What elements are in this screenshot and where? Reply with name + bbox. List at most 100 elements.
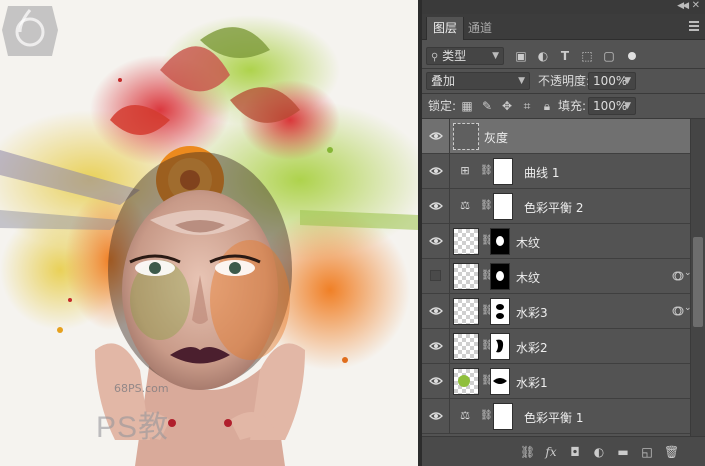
fx-icon[interactable]: fx — [544, 445, 558, 459]
adjustment-icon[interactable]: ◐ — [592, 445, 606, 459]
layer-mask-thumbnail[interactable] — [490, 263, 510, 290]
layer-effects-icon[interactable] — [672, 270, 684, 282]
opacity-field[interactable]: 100% ▼ — [588, 72, 636, 90]
trash-icon[interactable]: 🗑︎ — [664, 445, 679, 459]
smart-filter-thumbnail[interactable] — [453, 123, 479, 150]
scrollbar-thumb[interactable] — [693, 237, 703, 327]
smart-object-filter-icon[interactable]: ▢ — [602, 49, 616, 63]
eye-icon[interactable] — [429, 164, 443, 178]
layer-row[interactable]: ⛓ 水彩2 — [422, 329, 690, 364]
chevron-down-icon[interactable]: ⌄ — [684, 303, 692, 313]
link-icon[interactable]: ⛓ — [481, 235, 494, 248]
link-icon[interactable]: ⛓ — [480, 200, 493, 213]
layer-name[interactable]: 色彩平衡 1 — [524, 409, 583, 426]
layer-row[interactable]: ⛓ 水彩3 — [422, 294, 690, 329]
document-canvas[interactable]: 68PS.com PS教 — [0, 0, 418, 466]
eye-icon[interactable] — [429, 129, 443, 143]
curves-adjustment-icon[interactable]: ⊞ — [456, 164, 474, 178]
layer-mask-thumbnail[interactable] — [493, 193, 513, 220]
layer-row[interactable]: ⚖ ⛓ 色彩平衡 2 — [422, 189, 690, 224]
layer-mask-thumbnail[interactable] — [493, 158, 513, 185]
layer-row[interactable]: ⛓ 木纹 — [422, 259, 690, 294]
link-icon[interactable]: ⛓ — [481, 270, 494, 283]
layer-mask-thumbnail[interactable] — [490, 368, 510, 395]
layer-thumbnail[interactable] — [453, 368, 479, 395]
link-icon[interactable]: ⛓ — [480, 165, 493, 178]
layers-panel: ◀◀ ✕ 图层 通道 ⚲ 类型 ▼ ▣ ◐ T ⬚ ▢ 叠加 ▼ 不透明度: 1… — [422, 0, 705, 466]
lock-all-icon[interactable]: 🔒︎ — [540, 99, 554, 113]
close-icon[interactable]: ✕ — [692, 0, 700, 11]
layer-row[interactable]: 灰度 — [422, 119, 690, 154]
chevron-down-icon[interactable]: ⌄ — [684, 268, 692, 278]
adjustment-filter-icon[interactable]: ◐ — [536, 49, 550, 63]
layer-name[interactable]: 灰度 — [484, 129, 508, 146]
chevron-down-icon: ▼ — [518, 76, 525, 86]
eye-icon[interactable] — [429, 374, 443, 388]
eye-icon[interactable] — [429, 339, 443, 353]
divider — [449, 154, 450, 189]
layer-name[interactable]: 木纹 — [516, 234, 540, 251]
layer-mask-thumbnail[interactable] — [490, 298, 510, 325]
type-filter-icon[interactable]: T — [558, 49, 572, 63]
eye-icon[interactable] — [429, 409, 443, 423]
layer-row[interactable]: ⊞ ⛓ 曲线 1 — [422, 154, 690, 189]
layer-name[interactable]: 木纹 — [516, 269, 540, 286]
layer-row[interactable]: ⚖ ⛓ 色彩平衡 1 — [422, 399, 690, 434]
lock-position-icon[interactable]: ✥ — [500, 99, 514, 113]
add-mask-icon[interactable]: ◘ — [568, 445, 582, 459]
eye-icon[interactable] — [429, 199, 443, 213]
color-balance-icon[interactable]: ⚖ — [456, 409, 474, 423]
eye-icon[interactable] — [429, 234, 443, 248]
layer-name[interactable]: 水彩1 — [516, 374, 548, 391]
filter-row: ⚲ 类型 ▼ ▣ ◐ T ⬚ ▢ — [422, 44, 705, 68]
watermark-logo — [2, 6, 58, 56]
tab-layers[interactable]: 图层 — [426, 17, 465, 40]
layer-name[interactable]: 色彩平衡 2 — [524, 199, 583, 216]
lock-artboard-icon[interactable]: ⌗ — [520, 99, 534, 113]
layer-name[interactable]: 曲线 1 — [524, 164, 559, 181]
link-layers-icon[interactable]: ⛓ — [520, 445, 535, 459]
filter-kind-label: 类型 — [442, 49, 467, 63]
filter-toggle[interactable] — [628, 52, 636, 60]
layer-row[interactable]: ⛓ 木纹 — [422, 224, 690, 259]
image-filter-icon[interactable]: ▣ — [514, 49, 528, 63]
layer-row[interactable]: ⛓ 水彩1 — [422, 364, 690, 399]
layer-thumbnail[interactable] — [453, 263, 479, 290]
divider — [449, 364, 450, 399]
fill-label: 填充: — [558, 99, 587, 113]
layer-thumbnail[interactable] — [453, 228, 479, 255]
link-icon[interactable]: ⛓ — [481, 305, 494, 318]
panel-menu-icon[interactable] — [689, 21, 699, 31]
layer-effects-icon[interactable] — [672, 305, 684, 317]
blend-mode-dropdown[interactable]: 叠加 ▼ — [426, 72, 530, 90]
link-icon[interactable]: ⛓ — [481, 375, 494, 388]
layer-name[interactable]: 水彩2 — [516, 339, 548, 356]
layer-name[interactable]: 水彩3 — [516, 304, 548, 321]
layer-thumbnail[interactable] — [453, 298, 479, 325]
filter-kind-dropdown[interactable]: ⚲ 类型 ▼ — [426, 47, 504, 65]
layer-mask-thumbnail[interactable] — [490, 228, 510, 255]
link-icon[interactable]: ⛓ — [481, 340, 494, 353]
layer-list-scrollbar[interactable] — [690, 119, 705, 436]
divider — [449, 119, 450, 154]
tab-channels[interactable]: 通道 — [462, 17, 498, 40]
panel-tabbar: 图层 通道 — [422, 14, 705, 40]
layer-mask-thumbnail[interactable] — [493, 403, 513, 430]
eye-icon[interactable] — [429, 304, 443, 318]
shape-filter-icon[interactable]: ⬚ — [580, 49, 594, 63]
folder-icon[interactable]: ▬ — [616, 445, 630, 459]
blend-mode-value: 叠加 — [431, 74, 456, 88]
layer-mask-thumbnail[interactable] — [490, 333, 510, 360]
new-layer-icon[interactable]: ◱ — [640, 445, 654, 459]
color-balance-icon[interactable]: ⚖ — [456, 199, 474, 213]
visibility-toggle[interactable] — [430, 270, 441, 281]
divider — [449, 294, 450, 329]
layer-thumbnail[interactable] — [453, 333, 479, 360]
lock-transparent-icon[interactable]: ▦ — [460, 99, 474, 113]
link-icon[interactable]: ⛓ — [480, 410, 493, 423]
lock-paint-icon[interactable]: ✎ — [480, 99, 494, 113]
fill-field[interactable]: 100% ▼ — [588, 97, 636, 115]
collapse-icon[interactable]: ◀◀ — [677, 1, 689, 11]
fill-value: 100% — [593, 99, 628, 113]
chevron-down-icon: ▼ — [492, 51, 499, 61]
